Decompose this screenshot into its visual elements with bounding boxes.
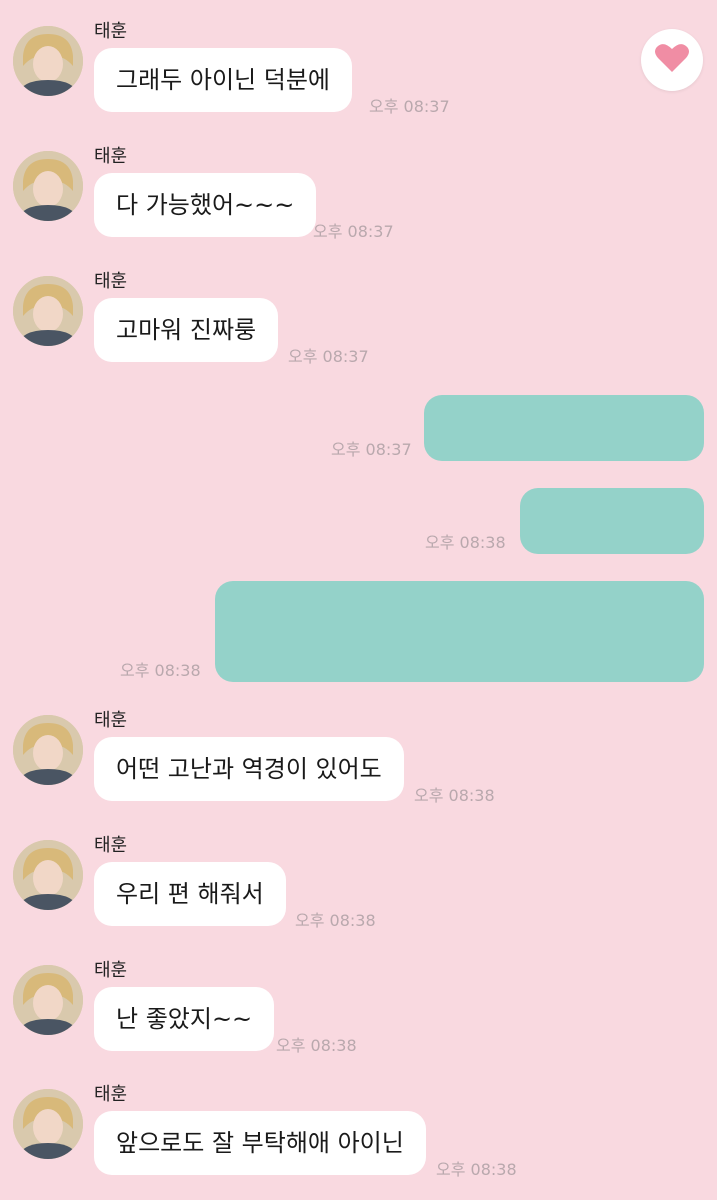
- message-time: 오후 08:38: [414, 786, 495, 805]
- avatar[interactable]: [13, 840, 83, 910]
- message-time: 오후 08:37: [331, 440, 412, 459]
- message-bubble[interactable]: 어떤 고난과 역경이 있어도: [94, 737, 404, 801]
- sender-name: 태훈: [94, 146, 128, 167]
- message-time: 오후 08:38: [436, 1160, 517, 1179]
- sender-name: 태훈: [94, 1084, 128, 1105]
- sender-name: 태훈: [94, 835, 128, 856]
- message-time: 오후 08:37: [369, 97, 450, 116]
- avatar[interactable]: [13, 276, 83, 346]
- avatar[interactable]: [13, 151, 83, 221]
- message-bubble[interactable]: 고마워 진짜룽: [94, 298, 279, 362]
- avatar[interactable]: [13, 26, 83, 96]
- message-time: 오후 08:37: [313, 222, 394, 241]
- message-time: 오후 08:38: [276, 1036, 357, 1055]
- outgoing-message-bubble[interactable]: [215, 581, 704, 682]
- message-bubble[interactable]: 다 가능했어~~~: [94, 173, 317, 237]
- outgoing-message-bubble[interactable]: [424, 395, 704, 461]
- message-time: 오후 08:38: [425, 533, 506, 552]
- sender-name: 태훈: [94, 960, 128, 981]
- message-time: 오후 08:37: [288, 347, 369, 366]
- avatar[interactable]: [13, 1089, 83, 1159]
- message-time: 오후 08:38: [120, 661, 201, 680]
- sender-name: 태훈: [94, 710, 128, 731]
- message-time: 오후 08:38: [295, 911, 376, 930]
- sender-name: 태훈: [94, 271, 128, 292]
- outgoing-message-bubble[interactable]: [520, 488, 704, 554]
- message-bubble[interactable]: 우리 편 해줘서: [94, 862, 286, 926]
- sender-name: 태훈: [94, 21, 128, 42]
- avatar[interactable]: [13, 965, 83, 1035]
- message-bubble[interactable]: 난 좋았지~~: [94, 987, 275, 1051]
- avatar[interactable]: [13, 715, 83, 785]
- heart-icon: [654, 42, 690, 78]
- message-bubble[interactable]: 앞으로도 잘 부탁해애 아이닌: [94, 1111, 426, 1175]
- heart-button[interactable]: [641, 29, 703, 91]
- chat-area[interactable]: 태훈 그래두 아이닌 덕분에 오후 08:37 태훈 다 가능했어~~~ 오후 …: [0, 0, 717, 1200]
- message-bubble[interactable]: 그래두 아이닌 덕분에: [94, 48, 352, 112]
